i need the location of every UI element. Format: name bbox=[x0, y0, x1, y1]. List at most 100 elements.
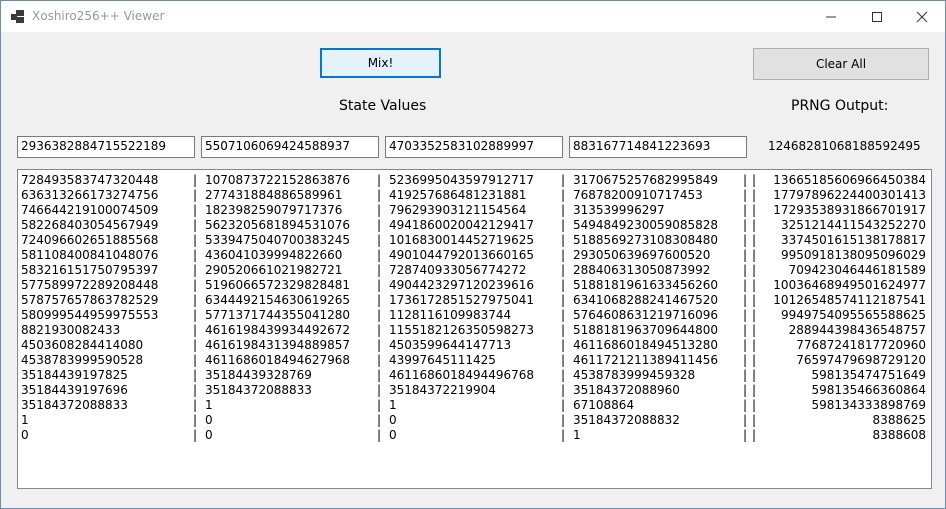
state-cell: 35184439197825 bbox=[21, 368, 128, 382]
column-separator: | bbox=[743, 263, 748, 277]
column-separator: | bbox=[561, 383, 566, 397]
state-cell: 578757657863782529 bbox=[21, 293, 159, 307]
history-listbox[interactable]: 728493583747320448 1070873722152863876 523… bbox=[17, 169, 932, 489]
column-separator: | bbox=[752, 233, 757, 247]
column-separator: | bbox=[752, 218, 757, 232]
column-separator: | bbox=[193, 248, 198, 262]
column-separator: | bbox=[193, 233, 198, 247]
output-cell: 9949754095565588625 bbox=[780, 308, 926, 322]
column-separator: | bbox=[752, 278, 757, 292]
close-button[interactable] bbox=[899, 1, 945, 32]
state-input-3[interactable]: 883167714841223693 bbox=[569, 136, 747, 158]
column-separator: | bbox=[743, 278, 748, 292]
prng-output-label: PRNG Output: bbox=[791, 98, 889, 114]
state-cell: 4611686018494513280 bbox=[573, 338, 719, 352]
state-cell: 5771371744355041280 bbox=[205, 308, 351, 322]
column-separator: | bbox=[193, 323, 198, 337]
column-separator: | bbox=[193, 188, 198, 202]
list-item[interactable]: 35184372088833 1 1 67108864 | | | | | 59813433389… bbox=[18, 398, 931, 413]
column-separator: | bbox=[377, 383, 382, 397]
state-cell: 5188569273108308480 bbox=[573, 233, 719, 247]
list-item[interactable]: 577589972289208448 5196066572329828481 490… bbox=[18, 278, 931, 293]
maximize-button[interactable] bbox=[854, 1, 900, 32]
column-separator: | bbox=[743, 383, 748, 397]
state-cell: 0 bbox=[21, 428, 29, 442]
column-separator: | bbox=[561, 308, 566, 322]
column-separator: | bbox=[752, 203, 757, 217]
output-cell: 598134333898769 bbox=[811, 398, 926, 412]
state-input-2[interactable]: 4703352583102889997 bbox=[385, 136, 563, 158]
state-cell: 35184439328769 bbox=[205, 368, 312, 382]
state-cell: 4904423297120239616 bbox=[389, 278, 535, 292]
app-icon bbox=[11, 10, 25, 24]
column-separator: | bbox=[193, 308, 198, 322]
state-cell: 76878200910717453 bbox=[573, 188, 703, 202]
column-separator: | bbox=[743, 428, 748, 442]
column-separator: | bbox=[377, 203, 382, 217]
state-cell: 1 bbox=[205, 398, 213, 412]
column-separator: | bbox=[752, 338, 757, 352]
state-cell: 290520661021982721 bbox=[205, 263, 343, 277]
column-separator: | bbox=[193, 428, 198, 442]
state-cell: 35184439197696 bbox=[21, 383, 128, 397]
column-separator: | bbox=[377, 188, 382, 202]
column-separator: | bbox=[193, 218, 198, 232]
column-separator: | bbox=[561, 293, 566, 307]
column-separator: | bbox=[752, 413, 757, 427]
column-separator: | bbox=[193, 353, 198, 367]
list-item[interactable]: 580999544959975553 5771371744355041280 112… bbox=[18, 308, 931, 323]
state-cell: 0 bbox=[205, 413, 213, 427]
state-cell: 796293903121154564 bbox=[389, 203, 527, 217]
list-item[interactable]: 724096602651885568 5339475040700383245 101… bbox=[18, 233, 931, 248]
list-item[interactable]: 746644219100074509 182398259079717376 7962… bbox=[18, 203, 931, 218]
list-item[interactable]: 8821930082433 4616198439934492672 11551821… bbox=[18, 323, 931, 338]
list-item[interactable]: 583216151750795397 290520661021982721 7287… bbox=[18, 263, 931, 278]
column-separator: | bbox=[377, 293, 382, 307]
state-cell: 1736172851527975041 bbox=[389, 293, 535, 307]
state-cell: 4941860020042129417 bbox=[389, 218, 535, 232]
list-item[interactable]: 582268403054567949 5623205681894531076 494… bbox=[18, 218, 931, 233]
column-separator: | bbox=[377, 338, 382, 352]
state-cell: 5339475040700383245 bbox=[205, 233, 351, 247]
list-item[interactable]: 728493583747320448 1070873722152863876 523… bbox=[18, 173, 931, 188]
clear-all-button[interactable]: Clear All bbox=[753, 48, 929, 80]
state-cell: 8821930082433 bbox=[21, 323, 121, 337]
list-item[interactable]: 581108400841048076 436041039994822660 4901… bbox=[18, 248, 931, 263]
state-cell: 0 bbox=[389, 428, 397, 442]
output-cell: 17797896224400301413 bbox=[773, 188, 926, 202]
state-input-1[interactable]: 5507106069424588937 bbox=[201, 136, 379, 158]
column-separator: | bbox=[193, 293, 198, 307]
state-cell: 728740933056774272 bbox=[389, 263, 527, 277]
state-cell: 35184372088960 bbox=[573, 383, 680, 397]
column-separator: | bbox=[561, 323, 566, 337]
list-item[interactable]: 35184439197696 35184372088833 351843722199… bbox=[18, 383, 931, 398]
output-cell: 77687241817720960 bbox=[796, 338, 926, 352]
list-item[interactable]: 35184439197825 35184439328769 461168601849… bbox=[18, 368, 931, 383]
state-cell: 5188181963709644800 bbox=[573, 323, 719, 337]
column-separator: | bbox=[377, 278, 382, 292]
state-cell: 4611721211389411456 bbox=[573, 353, 719, 367]
state-cell: 5764608631219716096 bbox=[573, 308, 719, 322]
list-item[interactable]: 0 0 0 1 | | | | | 8388608 bbox=[18, 428, 931, 443]
list-item[interactable]: 4538783999590528 4611686018494627968 43997… bbox=[18, 353, 931, 368]
column-separator: | bbox=[561, 233, 566, 247]
column-separator: | bbox=[377, 428, 382, 442]
output-cell: 3251214411543252270 bbox=[780, 218, 926, 232]
state-cell: 4538783999459328 bbox=[573, 368, 696, 382]
state-input-0[interactable]: 2936382884715522189 bbox=[17, 136, 195, 158]
mix-button[interactable]: Mix! bbox=[320, 48, 441, 78]
state-cell: 43997645111425 bbox=[389, 353, 496, 367]
column-separator: | bbox=[377, 233, 382, 247]
column-separator: | bbox=[561, 218, 566, 232]
list-item[interactable]: 4503608284414080 4616198431394889857 45035… bbox=[18, 338, 931, 353]
list-item[interactable]: 1 0 0 35184372088832 | | | | | 8388625 bbox=[18, 413, 931, 428]
list-item[interactable]: 636313266173274756 277431884886589961 4192… bbox=[18, 188, 931, 203]
minimize-button[interactable] bbox=[808, 1, 854, 32]
column-separator: | bbox=[193, 398, 198, 412]
state-cell: 581108400841048076 bbox=[21, 248, 159, 262]
state-cell: 580999544959975553 bbox=[21, 308, 159, 322]
list-item[interactable]: 578757657863782529 6344492154630619265 173… bbox=[18, 293, 931, 308]
column-separator: | bbox=[752, 248, 757, 262]
column-separator: | bbox=[193, 383, 198, 397]
column-separator: | bbox=[752, 368, 757, 382]
